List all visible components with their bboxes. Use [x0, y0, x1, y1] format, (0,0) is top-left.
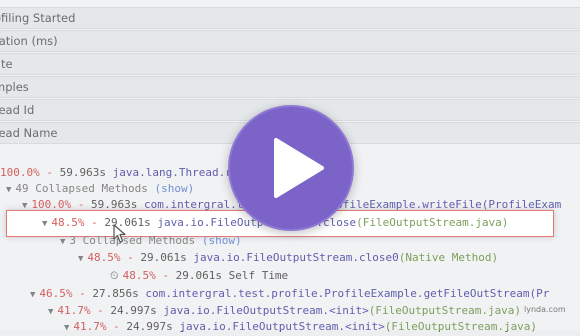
expand-triangle-icon[interactable]: ▼ [30, 290, 35, 300]
expand-triangle-icon[interactable]: ▼ [48, 307, 53, 317]
expand-triangle-icon[interactable]: ▼ [6, 185, 11, 195]
expand-triangle-icon[interactable]: ▼ [64, 323, 69, 333]
tree-row-self-time: ⏲ 48.5% - 29.061s Self Time [110, 269, 289, 282]
tree-row-get-file-out-stream[interactable]: ▼ 46.5% - 27.856s com.intergral.test.prof… [30, 286, 549, 303]
play-button[interactable] [228, 105, 354, 231]
expand-triangle-icon[interactable]: ▼ [78, 254, 83, 264]
expand-triangle-icon[interactable]: ▼ [22, 201, 27, 211]
property-row-profiling-started: ofiling Started [0, 7, 580, 29]
property-row-duration: ration (ms) [0, 30, 580, 52]
tree-row-collapsed-methods[interactable]: ▼ 49 Collapsed Methods (show) [6, 181, 194, 198]
tree-row-init-1[interactable]: ▼ 41.7% - 24.997s java.io.FileOutputStrea… [48, 303, 521, 320]
tree-row-collapsed-methods-2[interactable]: ▼ 3 Collapsed Methods (show) [60, 233, 242, 250]
profiler-view: ofiling Started ration (ms) ate mples re… [0, 0, 580, 333]
watermark: lynda.com [524, 305, 566, 314]
clock-icon: ⏲ [110, 269, 119, 282]
property-row-date: ate [0, 53, 580, 75]
mouse-cursor-icon [113, 224, 126, 243]
show-link[interactable]: (show) [202, 234, 242, 247]
tree-row-close0[interactable]: ▼ 48.5% - 29.061s java.io.FileOutputStrea… [78, 250, 498, 267]
expand-triangle-icon[interactable]: ▼ [42, 219, 47, 229]
tree-row-init-2[interactable]: ▼ 41.7% - 24.997s java.io.FileOutputStrea… [64, 319, 537, 336]
play-icon [274, 138, 324, 198]
expand-triangle-icon[interactable]: ▼ [60, 237, 65, 247]
show-link[interactable]: (show) [155, 182, 195, 195]
property-row-samples: mples [0, 76, 580, 98]
